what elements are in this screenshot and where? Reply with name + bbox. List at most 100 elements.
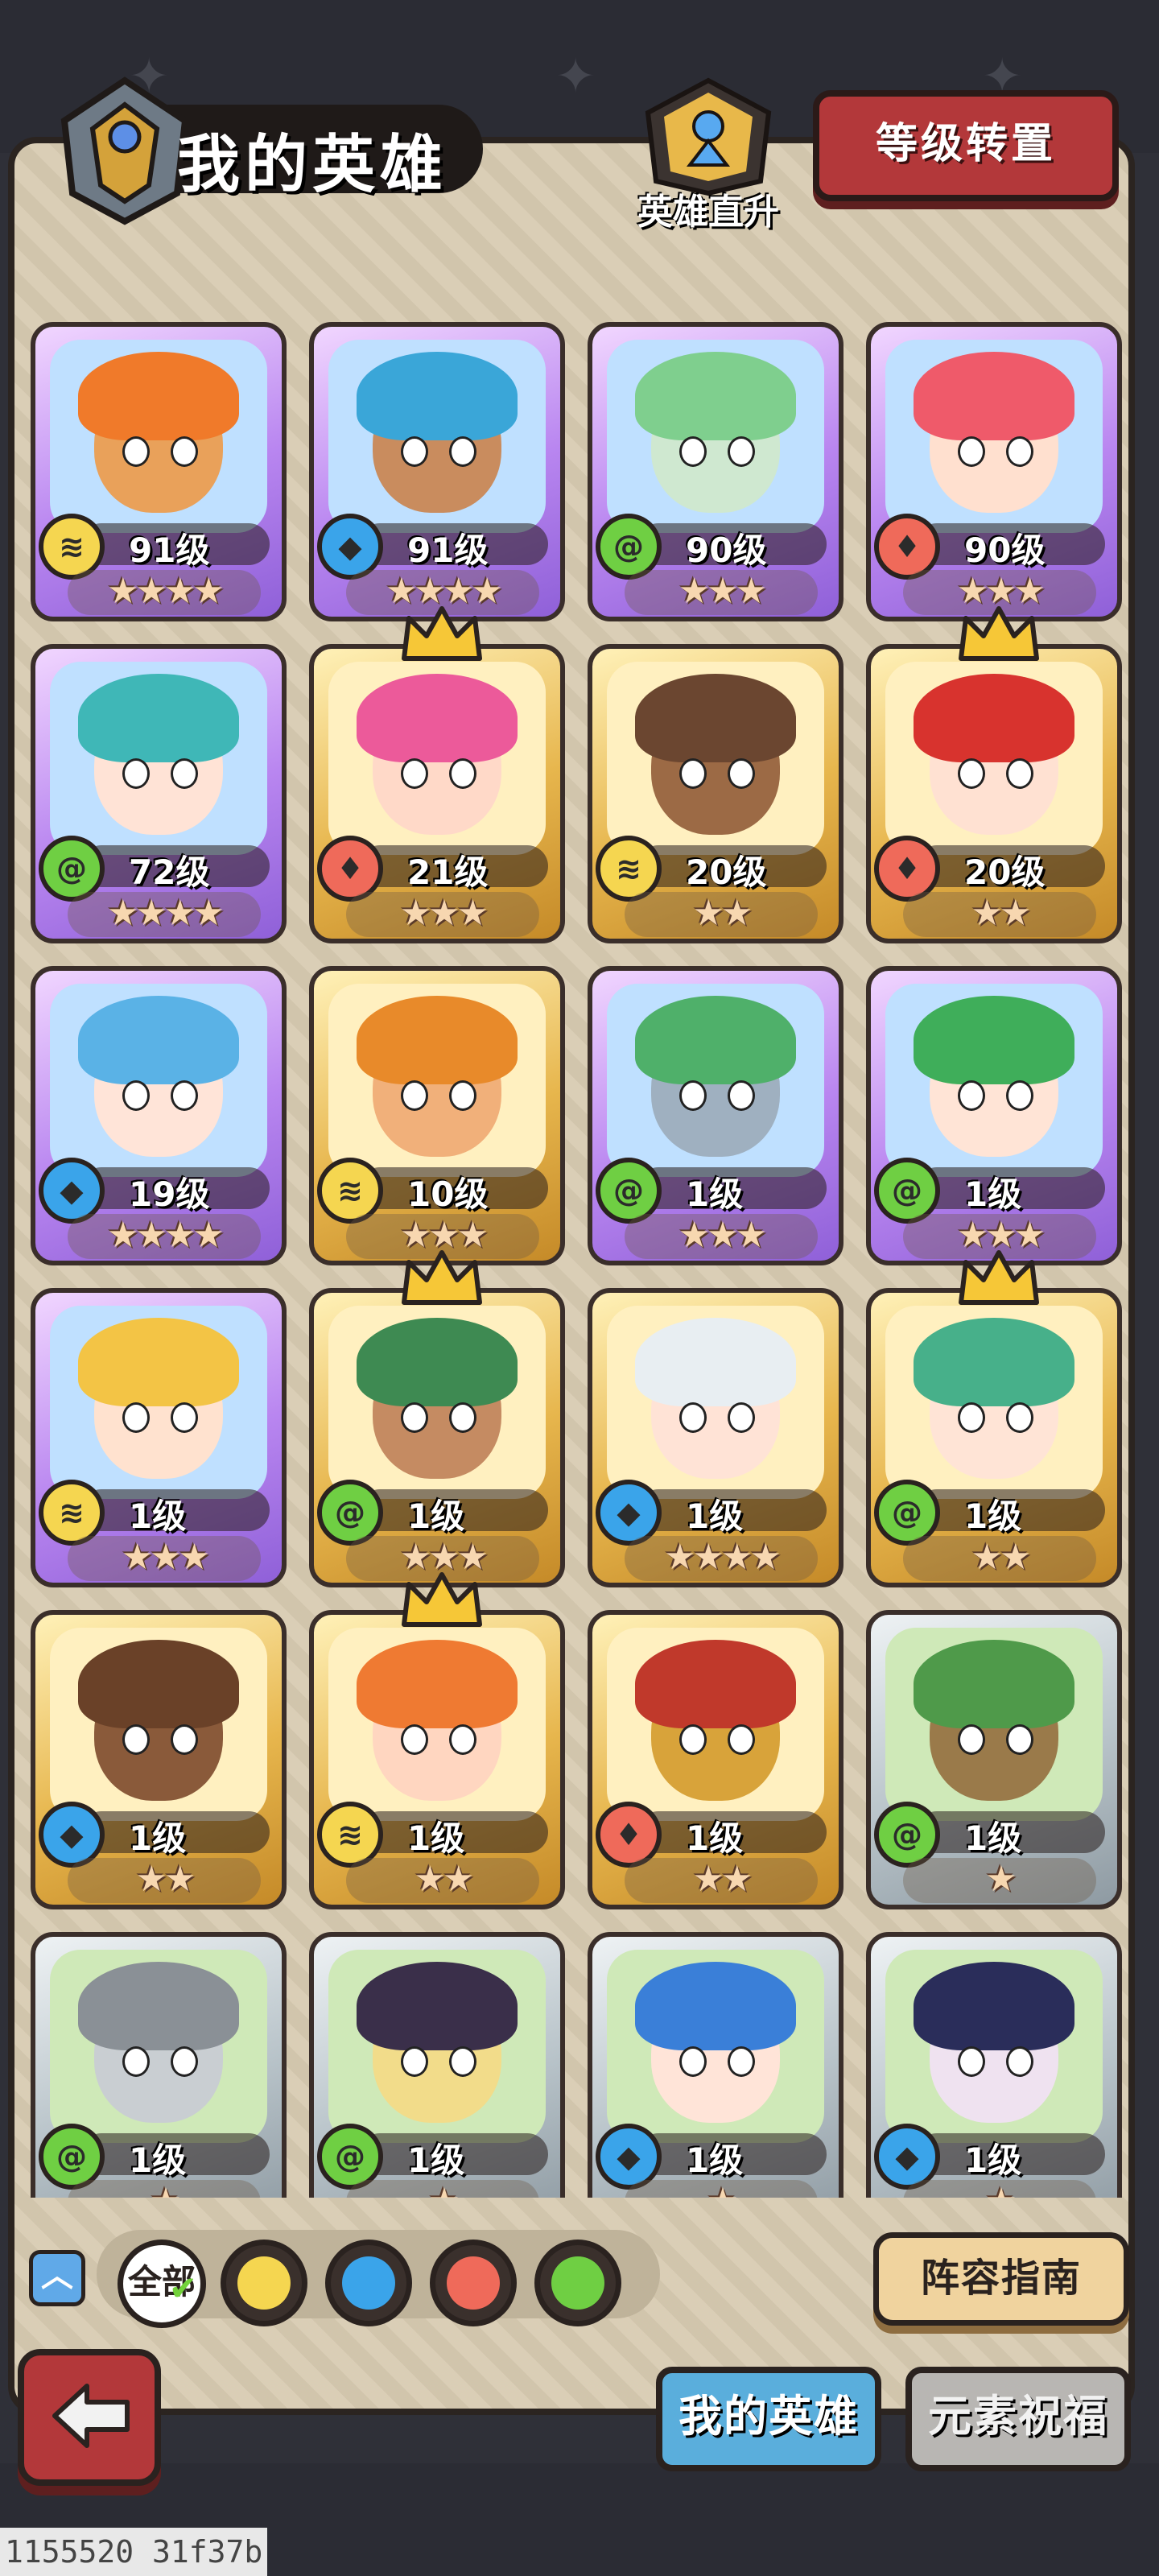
hero-level: 90级: [686, 530, 767, 570]
lineup-guide-button[interactable]: 阵容指南: [873, 2232, 1129, 2326]
hero-card[interactable]: @1级 ★★★: [866, 966, 1122, 1265]
portrait-hair: [914, 674, 1074, 762]
hero-card[interactable]: @1级★: [31, 1932, 287, 2198]
hero-stars: ★★★★: [625, 1536, 818, 1581]
hero-stars: ★: [68, 2180, 261, 2198]
hero-level: 21级: [407, 852, 489, 892]
level-bar: ◆ 19级: [39, 1158, 274, 1224]
crown-icon: [402, 606, 482, 661]
level-bar: ◆ 91级: [317, 514, 552, 580]
hero-portrait-teal-elf-priestess: [50, 662, 267, 855]
portrait-eye: [1006, 758, 1033, 789]
level-bar: @1级: [317, 1480, 552, 1546]
portrait-hair: [635, 674, 796, 762]
hero-card[interactable]: ◆ 1级 ★★: [31, 1610, 287, 1909]
filter-water-button[interactable]: [325, 2240, 412, 2326]
filter-all-button[interactable]: 全部 ✔: [118, 2240, 206, 2328]
hero-portrait-jade-elf-queen: [885, 1306, 1103, 1499]
back-button[interactable]: [18, 2349, 161, 2486]
crown-icon: [402, 1250, 482, 1305]
hero-portrait-knight-helmet: [50, 1950, 267, 2143]
portrait-eye: [958, 758, 985, 789]
hero-card[interactable]: ◆ 1级 ★★★★: [588, 1288, 843, 1587]
level-bar: @1级: [874, 1802, 1109, 1868]
hero-card[interactable]: @1级 ★★: [866, 1250, 1122, 1587]
hero-portrait-horned-shaman: [328, 1950, 546, 2143]
tab-my-heroes[interactable]: 我的英雄: [656, 2367, 881, 2471]
hero-card[interactable]: ◆ 19级 ★★★★: [31, 966, 287, 1265]
hero-card[interactable]: ♦ 20级 ★★: [866, 606, 1122, 943]
tab-element-blessing[interactable]: 元素祝福: [905, 2367, 1131, 2471]
hero-stars: ★★★★: [68, 1214, 261, 1259]
earth-element-icon: [237, 2256, 291, 2310]
portrait-hair: [635, 1640, 796, 1728]
hero-card[interactable]: @1级★: [866, 1610, 1122, 1909]
hero-card[interactable]: @1级★: [309, 1932, 565, 2198]
back-arrow-icon: [52, 2384, 130, 2448]
hero-stars: ★★★: [346, 892, 539, 937]
hero-card[interactable]: ≋ 1级 ★★: [309, 1572, 565, 1909]
hero-card[interactable]: ◆1级★: [588, 1932, 843, 2198]
portrait-eye: [1006, 2046, 1033, 2077]
portrait-eye: [1006, 436, 1033, 467]
level-bar: ≋ 10级: [317, 1158, 552, 1224]
filter-fire-button[interactable]: [430, 2240, 517, 2326]
level-bar: ≋ 20级: [596, 836, 831, 902]
hero-level: 1级: [964, 2140, 1022, 2180]
debug-readout: 1155520 31f37b: [0, 2528, 268, 2576]
portrait-eye: [122, 436, 150, 467]
hero-card[interactable]: @72级 ★★★★: [31, 644, 287, 943]
hero-card[interactable]: @90级 ★★★: [588, 322, 843, 621]
portrait-eye: [449, 1080, 476, 1111]
portrait-eye: [1006, 1724, 1033, 1755]
portrait-eye: [449, 2046, 476, 2077]
portrait-hair: [357, 1318, 518, 1406]
hero-card[interactable]: ♦ 90级 ★★★: [866, 322, 1122, 621]
portrait-hair: [914, 1318, 1074, 1406]
portrait-eye: [728, 2046, 755, 2077]
hero-ascend-button[interactable]: 英雄直升: [628, 76, 789, 237]
hero-stars: ★★: [625, 1858, 818, 1903]
level-bar: @1级: [39, 2124, 274, 2190]
portrait-hair: [914, 352, 1074, 440]
page-title: 我的英雄: [177, 129, 448, 201]
portrait-eye: [679, 1724, 707, 1755]
filter-earth-button[interactable]: [221, 2240, 307, 2326]
portrait-eye: [171, 2046, 198, 2077]
portrait-eye: [679, 758, 707, 789]
hero-portrait-old-sage: [607, 984, 824, 1177]
portrait-hair: [635, 1962, 796, 2050]
hero-portrait-blue-haired-rogue: [328, 340, 546, 533]
hero-level: 10级: [407, 1174, 489, 1214]
hero-card[interactable]: ♦ 1级 ★★: [588, 1610, 843, 1909]
hero-level: 1级: [129, 2140, 187, 2180]
portrait-eye: [728, 758, 755, 789]
portrait-hair: [914, 996, 1074, 1084]
hero-card[interactable]: @1级 ★★★: [309, 1250, 565, 1587]
hero-stars: ★: [903, 1858, 1096, 1903]
hero-stars: ★★: [903, 1536, 1096, 1581]
hero-card[interactable]: ♦ 21级 ★★★: [309, 606, 565, 943]
hero-level: 19级: [129, 1174, 210, 1214]
hero-portrait-green-sorceress: [607, 340, 824, 533]
portrait-hair: [914, 1640, 1074, 1728]
portrait-hair: [635, 1318, 796, 1406]
hero-portrait-blue-elf-girl: [50, 984, 267, 1177]
hero-card[interactable]: ≋ 10级 ★★★: [309, 966, 565, 1265]
hero-card[interactable]: @1级 ★★★: [588, 966, 843, 1265]
hero-card[interactable]: ≋ 1级 ★★★: [31, 1288, 287, 1587]
portrait-hair: [78, 674, 239, 762]
hero-card[interactable]: ◆1级★: [866, 1932, 1122, 2198]
hero-level: 72级: [129, 852, 210, 892]
portrait-eye: [122, 1080, 150, 1111]
filter-wind-button[interactable]: [534, 2240, 621, 2326]
level-bar: ♦ 90级: [874, 514, 1109, 580]
portrait-eye: [679, 2046, 707, 2077]
hero-portrait-tree-sprout: [885, 1628, 1103, 1821]
level-transfer-button[interactable]: 等级转置: [813, 90, 1119, 201]
hero-card[interactable]: ≋ 20级 ★★: [588, 644, 843, 943]
hero-card[interactable]: ◆ 91级 ★★★★: [309, 322, 565, 621]
hero-card[interactable]: ≋ 91级 ★★★★: [31, 322, 287, 621]
hero-level: 1级: [407, 1496, 465, 1536]
hero-level: 91级: [407, 530, 489, 570]
